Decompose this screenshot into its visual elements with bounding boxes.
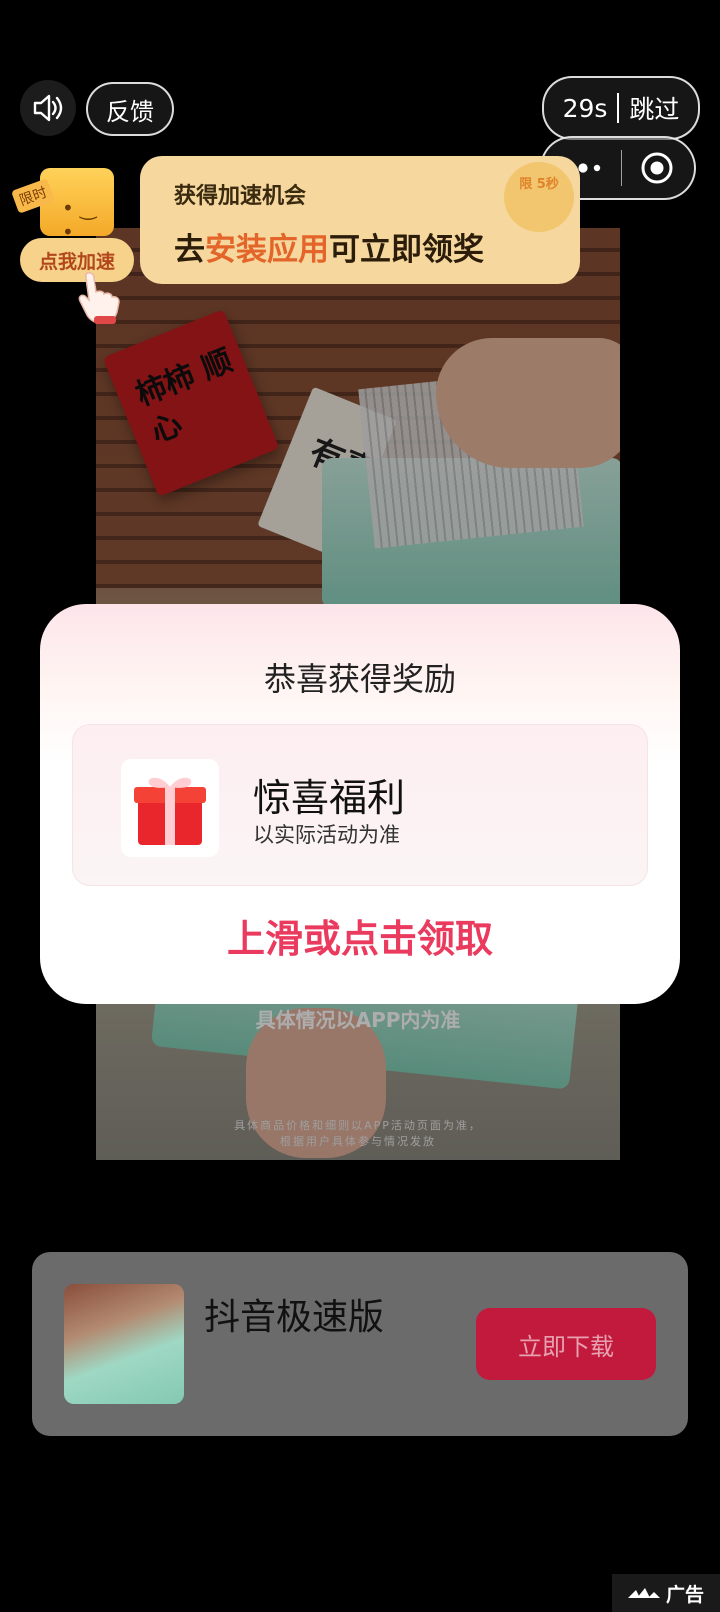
skip-button[interactable]: 29s 跳过 (542, 76, 700, 140)
app-thumbnail (64, 1284, 184, 1404)
mute-button[interactable] (20, 80, 76, 136)
reward-note: 以实际活动为准 (253, 823, 400, 847)
app-download-card[interactable]: 抖音极速版 立即下载 (32, 1252, 688, 1436)
banner-highlight: 安装应用 (205, 232, 329, 268)
target-icon[interactable] (640, 151, 674, 185)
pointing-hand-icon (78, 272, 120, 324)
download-button[interactable]: 立即下载 (476, 1308, 656, 1380)
banner-suffix: 可立即领奖 (329, 232, 484, 268)
speed-up-widget[interactable]: • ‿ • 限时 点我加速 (11, 158, 138, 328)
feedback-button[interactable]: 反馈 (86, 82, 174, 136)
reward-popup[interactable]: 恭喜获得奖励 惊喜福利 以实际活动为准 上滑或点击领取 (40, 604, 680, 1004)
ad-logo-icon (627, 1588, 660, 1598)
skip-label: 跳过 (629, 95, 680, 124)
gift-box-icon (121, 759, 219, 857)
ad-label: 广告 (612, 1574, 720, 1612)
app-name: 抖音极速版 (204, 1297, 385, 1338)
banner-prefix: 去 (174, 232, 205, 268)
skip-countdown: 29s (562, 93, 608, 123)
speaker-icon (33, 94, 63, 122)
banner-line2: 去安装应用可立即领奖 (174, 224, 580, 269)
ad-label-text: 广告 (665, 1583, 704, 1606)
reward-name: 惊喜福利 (253, 776, 406, 820)
install-reward-banner[interactable]: 获得加速机会 去安装应用可立即领奖 限 5秒 (140, 156, 580, 284)
popup-title: 恭喜获得奖励 (263, 660, 456, 698)
skip-divider (617, 93, 620, 123)
capsule-divider (620, 150, 622, 186)
reward-card[interactable]: 惊喜福利 以实际活动为准 (72, 724, 648, 886)
claim-button[interactable]: 上滑或点击领取 (40, 908, 680, 963)
banner-stamp-badge: 限 5秒 (504, 162, 574, 232)
